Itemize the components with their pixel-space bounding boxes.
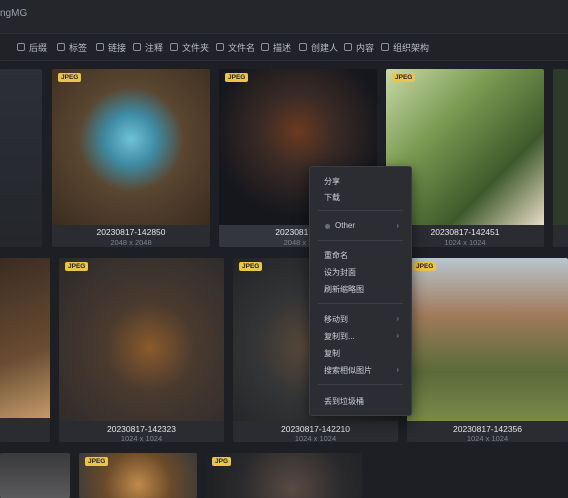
filter-link[interactable]: 链接: [96, 41, 126, 53]
filter-label: 创建人: [311, 42, 339, 53]
file-dims: 2048 x 2048: [110, 238, 152, 247]
file-name: 20230817-142210: [280, 424, 350, 434]
filter-label: 组织架构: [393, 42, 430, 53]
file-dims: 1024 x 1024: [466, 434, 509, 442]
image-card[interactable]: JPEG: [79, 453, 197, 498]
menu-item-set-cover[interactable]: 设为封面: [310, 264, 411, 280]
chevron-right-icon: ›: [396, 365, 399, 374]
checkbox-icon[interactable]: [261, 43, 269, 51]
image-card-partial[interactable]: [0, 453, 70, 498]
top-bar: ngMG: [0, 0, 568, 34]
menu-label: 刷新缩略图: [324, 285, 364, 294]
thumbnail: [0, 258, 50, 418]
file-name: 20230817-142850: [96, 227, 166, 237]
checkbox-icon[interactable]: [17, 43, 25, 51]
menu-label: 分享: [324, 177, 340, 186]
image-card[interactable]: JPEG 20230817-142323 1024 x 1024: [59, 258, 224, 442]
filter-label: 文件夹: [182, 42, 210, 53]
chevron-right-icon: ›: [396, 331, 399, 340]
file-name: 20230817-142356: [452, 424, 522, 434]
thumbnail: [553, 69, 568, 225]
menu-item-download[interactable]: 下载: [310, 189, 411, 205]
menu-item-rename[interactable]: 重命名: [310, 247, 411, 263]
filter-suffix[interactable]: 后缀: [17, 41, 47, 53]
format-badge: JPEG: [65, 262, 89, 271]
filter-label: 标签: [69, 42, 88, 53]
thumbnail: [52, 69, 210, 225]
app-title: ngMG: [0, 8, 28, 19]
filter-note[interactable]: 注释: [133, 41, 163, 53]
filter-creator[interactable]: 创建人: [299, 41, 338, 53]
menu-item-refresh-thumbnail[interactable]: 刷新缩略图: [310, 281, 411, 297]
checkbox-icon[interactable]: [133, 43, 141, 51]
menu-label: 复制: [324, 349, 340, 358]
filter-bar: 后缀 标签 链接 注释 文件夹 文件名 描述 创建人 内容 组织架构: [0, 34, 568, 61]
menu-label: 搜索相似图片: [324, 366, 372, 375]
filter-label: 文件名: [228, 42, 256, 53]
menu-label: 丢到垃圾桶: [324, 397, 364, 406]
menu-divider: [318, 210, 403, 211]
menu-divider: [318, 303, 403, 304]
format-badge: JPEG: [85, 457, 109, 466]
menu-item-search-similar[interactable]: 搜索相似图片 ›: [310, 362, 411, 378]
format-badge: JPEG: [225, 73, 249, 82]
image-card-partial[interactable]: [553, 69, 568, 247]
checkbox-icon[interactable]: [216, 43, 224, 51]
file-name: 20230817-142323: [106, 424, 176, 434]
thumbnail: [0, 69, 42, 247]
menu-label: 移动到: [324, 315, 348, 324]
filter-content[interactable]: 内容: [344, 41, 374, 53]
image-card-partial[interactable]: [0, 69, 42, 247]
filter-label: 注释: [145, 42, 164, 53]
image-card[interactable]: JPEG 20230817-142850 2048 x 2048: [52, 69, 210, 247]
menu-item-share[interactable]: 分享: [310, 173, 411, 189]
checkbox-icon[interactable]: [170, 43, 178, 51]
dot-icon: [325, 224, 330, 229]
filter-folder[interactable]: 文件夹: [170, 41, 209, 53]
menu-label: Other: [335, 221, 356, 230]
checkbox-icon[interactable]: [96, 43, 104, 51]
thumbnail: [0, 453, 70, 498]
menu-divider: [318, 240, 403, 241]
filter-label: 后缀: [29, 42, 48, 53]
image-card[interactable]: JPG: [206, 453, 362, 498]
checkbox-icon[interactable]: [381, 43, 389, 51]
menu-label: 下载: [324, 193, 340, 202]
checkbox-icon[interactable]: [344, 43, 352, 51]
format-badge: JPEG: [392, 73, 416, 82]
thumbnail: [59, 258, 224, 421]
chevron-right-icon: ›: [396, 314, 399, 323]
menu-item-trash[interactable]: 丢到垃圾桶: [310, 393, 411, 409]
menu-divider: [318, 384, 403, 385]
menu-label: 重命名: [324, 251, 348, 260]
menu-item-copy[interactable]: 复制: [310, 345, 411, 361]
filter-description[interactable]: 描述: [261, 41, 291, 53]
filter-label: 链接: [108, 42, 127, 53]
menu-label: 设为封面: [324, 268, 356, 277]
filter-label: 描述: [273, 42, 292, 53]
image-card-partial[interactable]: [0, 258, 50, 442]
filter-tags[interactable]: 标签: [57, 41, 87, 53]
menu-item-move-to[interactable]: 移动到 ›: [310, 311, 411, 327]
menu-item-other[interactable]: Other ›: [310, 218, 411, 234]
format-badge: JPEG: [58, 73, 82, 82]
filter-filename[interactable]: 文件名: [216, 41, 255, 53]
context-menu: 分享 下载 Other › 重命名 设为封面 刷新缩略图 移动到 › 复制到... ›…: [309, 166, 412, 416]
file-dims: 1024 x 1024: [294, 434, 337, 442]
format-badge: JPEG: [239, 262, 263, 271]
chevron-right-icon: ›: [396, 221, 399, 230]
image-card[interactable]: JPEG 20230817-142356 1024 x 1024: [407, 258, 568, 442]
file-dims: 1024 x 1024: [120, 434, 163, 442]
checkbox-icon[interactable]: [299, 43, 307, 51]
format-badge: JPG: [212, 457, 232, 466]
thumbnail: [407, 258, 568, 421]
format-badge: JPEG: [413, 262, 437, 271]
filter-label: 内容: [356, 42, 375, 53]
checkbox-icon[interactable]: [57, 43, 65, 51]
filter-org[interactable]: 组织架构: [381, 41, 429, 53]
menu-item-copy-to[interactable]: 复制到... ›: [310, 328, 411, 344]
menu-label: 复制到...: [324, 332, 355, 341]
